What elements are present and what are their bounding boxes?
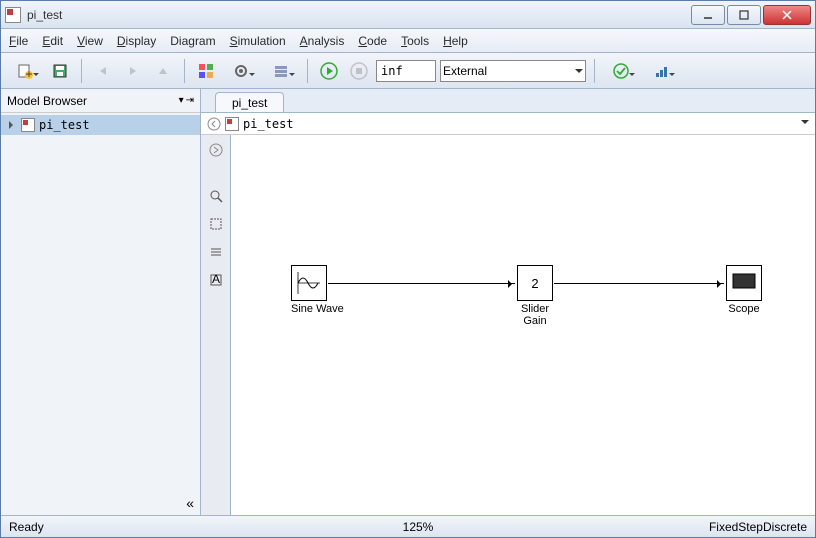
arrow-left-icon xyxy=(96,64,110,78)
nav-arrow-icon[interactable] xyxy=(205,139,227,161)
menu-bar: File Edit View Display Diagram Simulatio… xyxy=(1,29,815,53)
window-title: pi_test xyxy=(27,8,691,22)
browser-pin-icon[interactable]: ⇥ xyxy=(186,95,194,106)
model-explorer-button[interactable] xyxy=(263,58,299,84)
simulation-mode-value: External xyxy=(443,64,487,78)
new-icon: + xyxy=(17,63,33,79)
stop-icon xyxy=(350,62,368,80)
run-button[interactable] xyxy=(316,58,342,84)
library-icon xyxy=(198,63,214,79)
minimize-button[interactable] xyxy=(691,5,725,25)
status-ready: Ready xyxy=(1,520,201,534)
menu-analysis[interactable]: Analysis xyxy=(300,34,345,48)
deploy-icon xyxy=(653,63,669,79)
tab-model[interactable]: pi_test xyxy=(215,92,284,112)
menu-edit[interactable]: Edit xyxy=(42,34,63,48)
tree-item-root[interactable]: pi_test xyxy=(1,115,200,135)
menu-help[interactable]: Help xyxy=(443,34,468,48)
signal-wire[interactable] xyxy=(554,283,724,284)
block-scope[interactable]: Scope xyxy=(726,265,762,315)
tree-item-label: pi_test xyxy=(39,118,90,132)
chevron-down-icon xyxy=(575,69,583,77)
title-bar: pi_test xyxy=(1,1,815,29)
play-icon xyxy=(320,62,338,80)
canvas-tool-strip: A xyxy=(201,135,231,515)
chevron-down-icon[interactable] xyxy=(801,120,809,128)
library-browser-button[interactable] xyxy=(193,58,219,84)
chevron-down-icon xyxy=(249,73,255,79)
nav-back-icon[interactable] xyxy=(207,117,221,131)
menu-view[interactable]: View xyxy=(77,34,103,48)
signal-wire[interactable] xyxy=(328,283,515,284)
save-icon xyxy=(52,63,68,79)
model-browser-title: Model Browser xyxy=(7,94,87,108)
fit-to-view-icon[interactable] xyxy=(205,213,227,235)
svg-text:+: + xyxy=(25,67,32,79)
block-label: Slider Gain xyxy=(517,303,553,327)
block-sine-wave[interactable]: Sine Wave xyxy=(291,265,344,315)
scope-icon xyxy=(729,268,759,298)
browser-options-icon[interactable]: ▾ xyxy=(179,95,184,106)
app-icon xyxy=(5,7,21,23)
menu-file[interactable]: File xyxy=(9,34,28,48)
path-input[interactable] xyxy=(243,117,797,131)
menu-tools[interactable]: Tools xyxy=(401,34,429,48)
menu-simulation[interactable]: Simulation xyxy=(230,34,286,48)
chevron-down-icon xyxy=(629,73,635,79)
block-label: Sine Wave xyxy=(291,303,344,315)
annotation-icon[interactable]: A xyxy=(205,269,227,291)
chevron-down-icon xyxy=(33,73,39,79)
chevron-down-icon xyxy=(669,73,675,79)
svg-text:A: A xyxy=(211,273,219,286)
arrow-up-icon xyxy=(156,64,170,78)
back-button[interactable] xyxy=(90,58,116,84)
gear-icon xyxy=(233,63,249,79)
save-button[interactable] xyxy=(47,58,73,84)
toolbar: + External xyxy=(1,53,815,89)
check-icon xyxy=(613,63,629,79)
build-button[interactable] xyxy=(603,58,639,84)
model-icon xyxy=(225,117,239,131)
model-browser-panel: Model Browser ▾ ⇥ pi_test « xyxy=(1,89,201,515)
sine-wave-icon xyxy=(294,268,324,298)
maximize-button[interactable] xyxy=(727,5,761,25)
block-slider-gain[interactable]: 2 Slider Gain xyxy=(517,265,553,327)
simulation-mode-select[interactable]: External xyxy=(440,60,586,82)
configuration-button[interactable] xyxy=(223,58,259,84)
new-model-button[interactable]: + xyxy=(7,58,43,84)
arrow-right-icon xyxy=(126,64,140,78)
menu-code[interactable]: Code xyxy=(358,34,387,48)
stop-time-input[interactable] xyxy=(376,60,436,82)
block-label: Scope xyxy=(726,303,762,315)
deploy-button[interactable] xyxy=(643,58,679,84)
up-button[interactable] xyxy=(150,58,176,84)
status-solver[interactable]: FixedStepDiscrete xyxy=(635,520,815,534)
status-bar: Ready 125% FixedStepDiscrete xyxy=(1,515,815,537)
stop-button[interactable] xyxy=(346,58,372,84)
menu-display[interactable]: Display xyxy=(117,34,156,48)
gain-value: 2 xyxy=(531,276,538,291)
explorer-icon xyxy=(273,63,289,79)
model-icon xyxy=(21,118,35,132)
forward-button[interactable] xyxy=(120,58,146,84)
menu-diagram[interactable]: Diagram xyxy=(170,34,215,48)
tab-bar: pi_test xyxy=(201,89,815,113)
toggle-sample-time-icon[interactable] xyxy=(205,241,227,263)
status-zoom[interactable]: 125% xyxy=(201,520,635,534)
path-bar xyxy=(201,113,815,135)
model-canvas[interactable]: Sine Wave 2 Slider Gain xyxy=(231,135,815,515)
zoom-icon[interactable] xyxy=(205,185,227,207)
close-button[interactable] xyxy=(763,5,811,25)
expander-icon[interactable] xyxy=(9,121,17,129)
collapse-browser-icon[interactable]: « xyxy=(186,495,194,511)
chevron-down-icon xyxy=(289,73,295,79)
